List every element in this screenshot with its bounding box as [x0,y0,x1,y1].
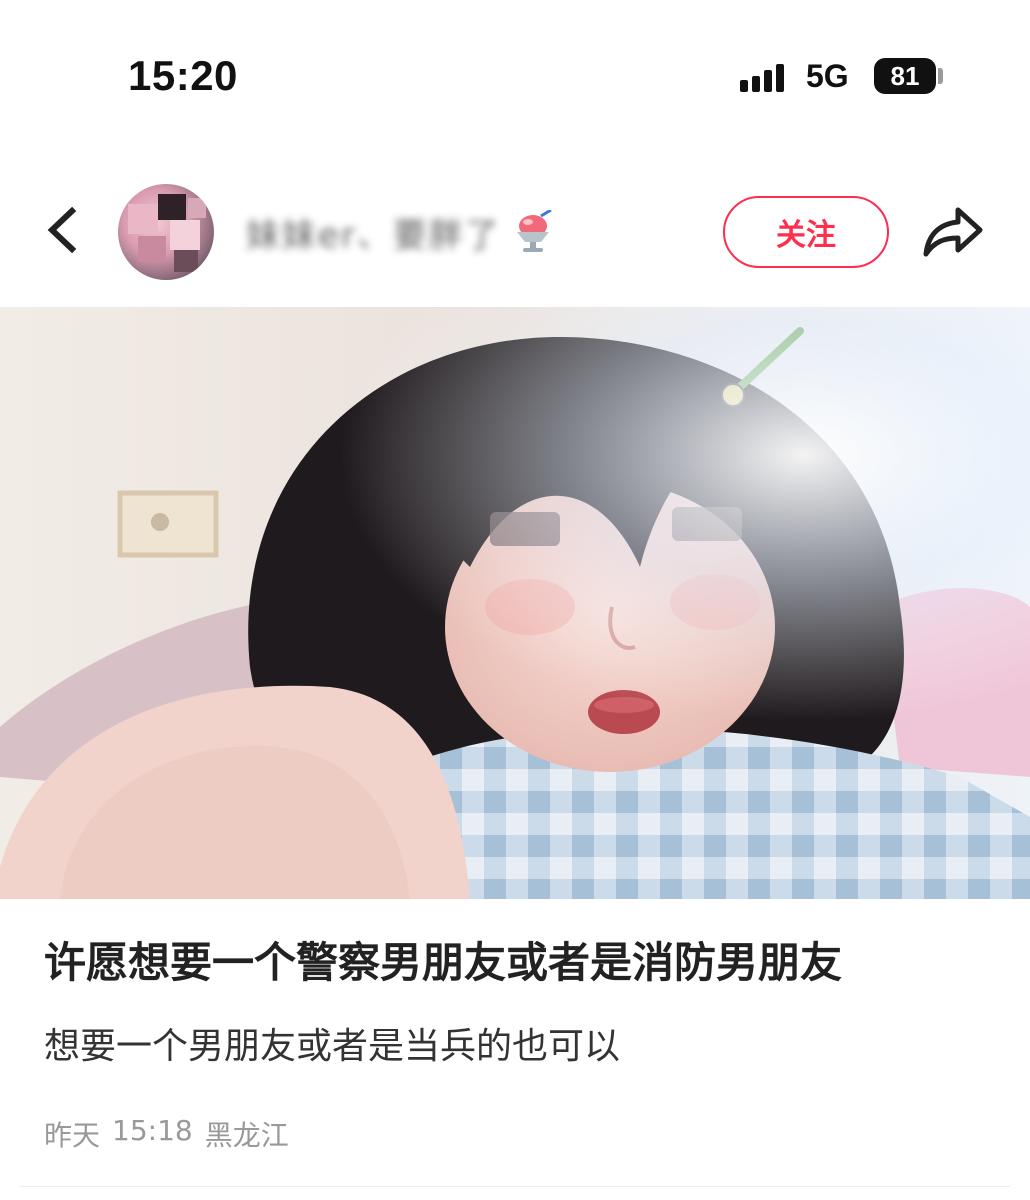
battery-icon: 81 [874,58,936,94]
username-row[interactable]: 妹妹er、要胖了 [246,208,557,257]
signal-strength-icon [740,60,790,94]
network-type: 5G [806,58,849,94]
photo-illustration [0,307,1030,899]
battery-cap [938,68,943,84]
username[interactable]: 妹妹er、要胖了 [246,208,501,257]
screen: 15:20 5G 81 妹妹er、要胖了 关注 许愿想要一个警察男朋友或者是消防… [0,0,1030,1200]
chevron-left-icon [47,206,77,254]
divider [20,1186,1010,1187]
status-time: 15:20 [128,52,238,99]
back-button[interactable] [34,200,90,260]
post-time: 15:18 [112,1114,193,1147]
post-photo[interactable] [0,307,1030,899]
share-button[interactable] [920,200,986,264]
share-arrow-icon [923,207,983,257]
shaved-ice-icon [511,208,557,254]
avatar[interactable] [118,184,214,280]
post-date: 昨天 [44,1119,101,1152]
post-location: 黑龙江 [204,1119,289,1152]
post-header: 妹妹er、要胖了 关注 [0,170,1030,290]
battery-level: 81 [890,60,920,91]
status-bar: 15:20 5G 81 [0,0,1030,130]
post-meta: 昨天 15:18 黑龙江 [44,1114,289,1154]
post-body: 想要一个男朋友或者是当兵的也可以 [44,1026,621,1067]
follow-button[interactable]: 关注 [723,196,889,268]
post-title: 许愿想要一个警察男朋友或者是消防男朋友 [44,938,843,987]
